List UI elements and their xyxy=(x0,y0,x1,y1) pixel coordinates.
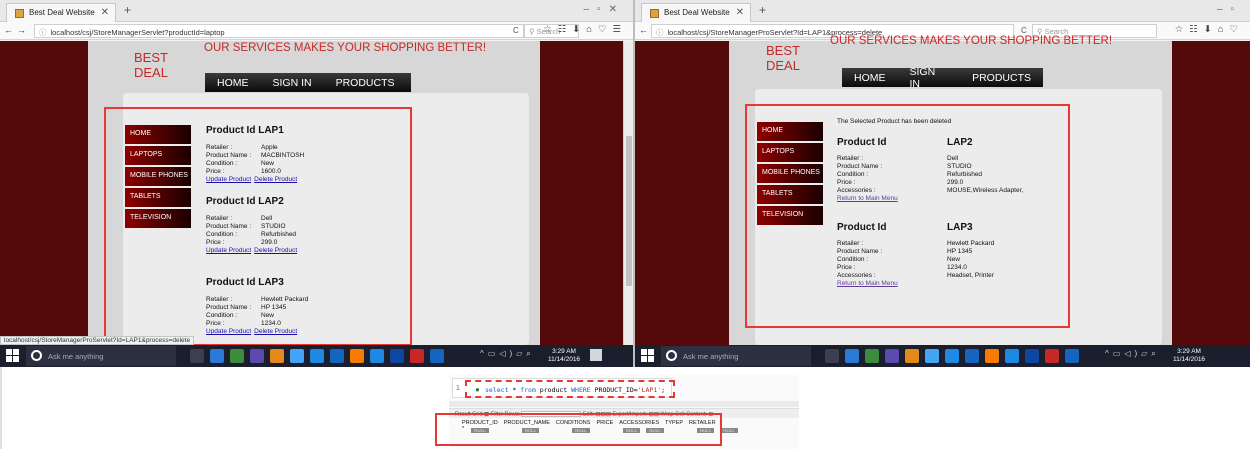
line-number: 1 xyxy=(456,385,460,392)
highlight-box xyxy=(745,104,1070,328)
url-text: localhost/csj/StoreManagerServlet?produc… xyxy=(50,28,225,37)
tagline: OUR SERVICES MAKES YOUR SHOPPING BETTER! xyxy=(830,35,1113,47)
notification-icon[interactable] xyxy=(590,349,602,361)
clock-time: 3:29 AM xyxy=(552,348,576,355)
clock-time: 3:29 AM xyxy=(1177,348,1201,355)
new-tab-icon[interactable]: + xyxy=(759,3,766,17)
tagline: OUR SERVICES MAKES YOUR SHOPPING BETTER! xyxy=(204,42,487,54)
nav-home[interactable]: HOME xyxy=(217,77,249,89)
info-icon: ⓘ xyxy=(39,28,47,37)
search-icon: ⚲ xyxy=(529,27,537,36)
nav-sign-in[interactable]: SIGN IN xyxy=(910,66,949,90)
system-tray-icons[interactable]: ^▭◁)▱⌕ xyxy=(1105,349,1160,359)
nav-home[interactable]: HOME xyxy=(854,72,886,84)
address-toolbar: ←→ ⓘ localhost/csj/StoreManagerServlet?pr… xyxy=(0,22,633,40)
nav-products[interactable]: PRODUCTS xyxy=(972,72,1031,84)
cortana-icon xyxy=(31,350,42,361)
right-browser-window: Best Deal Website ✕ + –▫ ← ⓘ localhost/cs… xyxy=(635,0,1250,367)
brand-logo[interactable]: BEST DEAL xyxy=(766,43,800,73)
brand-line-2: DEAL xyxy=(134,65,168,80)
info-icon: ⓘ xyxy=(656,28,664,37)
back-forward-icon[interactable]: ←→ xyxy=(4,25,30,35)
tab-title: Best Deal Website xyxy=(664,8,730,17)
taskbar-clock[interactable]: 3:29 AM 11/14/2016 xyxy=(548,348,580,364)
highlight-box xyxy=(104,107,412,346)
nav-products[interactable]: PRODUCTS xyxy=(336,77,395,89)
tab-bar: Best Deal Website ✕ + –▫ xyxy=(635,0,1250,22)
toolbar-icons[interactable]: ☆☷⬇⌂♡ xyxy=(1175,24,1244,35)
top-nav: HOME SIGN IN PRODUCTS xyxy=(205,73,411,92)
web-page: BEST DEAL OUR SERVICES MAKES YOUR SHOPPI… xyxy=(0,41,633,346)
toolbar-icons[interactable]: ☆☷⬇⌂♡☰ xyxy=(543,24,627,35)
close-tab-icon[interactable]: ✕ xyxy=(101,7,109,18)
top-nav: HOME SIGN IN PRODUCTS xyxy=(842,66,1043,90)
left-edge-marker xyxy=(0,367,2,449)
window-controls[interactable]: –▫ xyxy=(1217,4,1242,15)
null-cell[interactable]: NULL xyxy=(720,428,738,433)
reload-icon[interactable]: C xyxy=(1021,26,1027,35)
editor-horizontal-scrollbar[interactable] xyxy=(449,401,799,407)
browser-tab[interactable]: Best Deal Website ✕ xyxy=(6,3,116,22)
site-favicon-icon xyxy=(650,9,659,18)
tab-bar: Best Deal Website ✕ + –▫✕ xyxy=(0,0,633,22)
query-highlight-box xyxy=(465,380,675,398)
reload-icon[interactable]: C xyxy=(513,26,519,35)
tab-title: Best Deal Website xyxy=(29,8,95,17)
url-bar[interactable]: ⓘ localhost/csj/StoreManagerServlet?produ… xyxy=(34,24,524,38)
brand-logo[interactable]: BEST DEAL xyxy=(134,50,168,80)
brand-line-1: BEST xyxy=(766,43,800,58)
cortana-search-box[interactable]: Ask me anything xyxy=(26,346,176,366)
cortana-icon xyxy=(666,350,677,361)
cortana-search-box[interactable]: Ask me anything xyxy=(661,346,811,366)
windows-start-icon[interactable] xyxy=(641,349,655,363)
taskbar-app-icons[interactable] xyxy=(190,349,450,363)
left-browser-window: Best Deal Website ✕ + –▫✕ ←→ ⓘ localhost/… xyxy=(0,0,633,367)
window-controls[interactable]: –▫✕ xyxy=(584,4,626,15)
status-bar: localhost/csj/StoreManagerProServlet?Id=… xyxy=(0,336,195,345)
search-hint: Ask me anything xyxy=(683,352,739,361)
right-margin-panel xyxy=(1172,41,1250,345)
search-hint: Ask me anything xyxy=(48,352,104,361)
sql-editor[interactable]: 1 ● select * from product WHERE PRODUCT_… xyxy=(452,378,675,398)
new-tab-icon[interactable]: + xyxy=(124,3,131,17)
left-margin-panel xyxy=(635,41,729,345)
brand-line-1: BEST xyxy=(134,50,168,65)
scrollbar[interactable] xyxy=(623,41,633,345)
brand-line-2: DEAL xyxy=(766,58,800,73)
taskbar: Ask me anything ^▭◁)▱⌕ 3:29 AM 11/14/201… xyxy=(0,345,633,367)
web-page: BEST DEAL OUR SERVICES MAKES YOUR SHOPPI… xyxy=(635,35,1250,345)
left-margin-panel xyxy=(0,41,88,345)
close-tab-icon[interactable]: ✕ xyxy=(736,7,744,18)
result-highlight-box xyxy=(435,413,722,446)
taskbar: Ask me anything ^▭◁)▱⌕ 3:29 AM 11/14/201… xyxy=(635,345,1250,367)
taskbar-clock[interactable]: 3:29 AM 11/14/2016 xyxy=(1173,348,1205,364)
site-favicon-icon xyxy=(15,9,24,18)
scrollbar-thumb[interactable] xyxy=(626,136,632,286)
windows-start-icon[interactable] xyxy=(6,349,20,363)
browser-tab[interactable]: Best Deal Website ✕ xyxy=(641,3,751,22)
clock-date: 11/14/2016 xyxy=(1173,356,1206,363)
right-margin-panel xyxy=(540,41,623,345)
taskbar-app-icons[interactable] xyxy=(825,349,1085,363)
clock-date: 11/14/2016 xyxy=(548,356,581,363)
system-tray-icons[interactable]: ^▭◁)▱⌕ xyxy=(480,349,535,359)
nav-sign-in[interactable]: SIGN IN xyxy=(273,77,312,89)
